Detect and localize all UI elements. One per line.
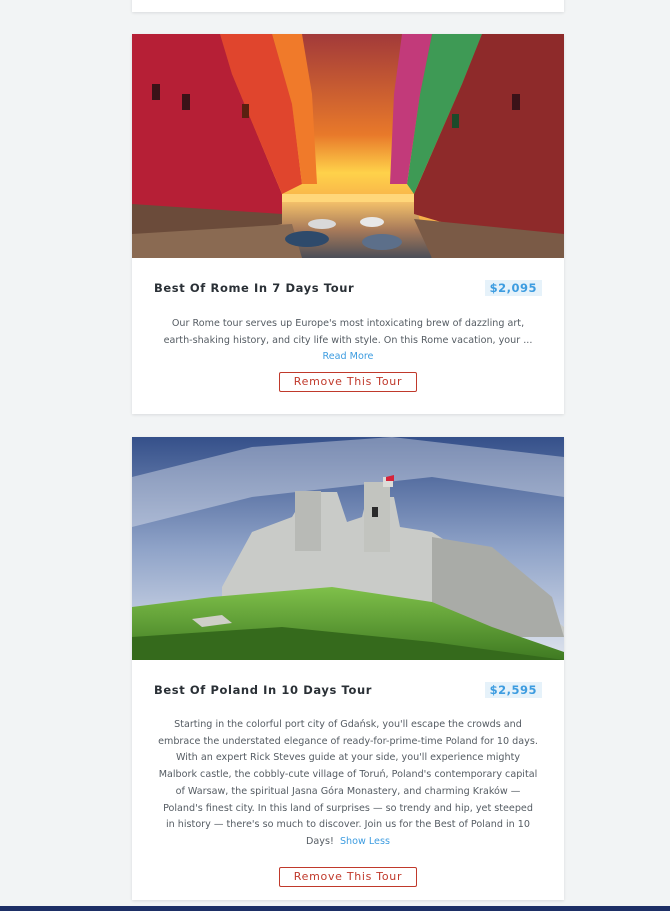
read-more-link[interactable]: Read More <box>323 351 374 362</box>
tour-photo-poland <box>132 437 564 660</box>
castle-ruins-image <box>132 437 564 660</box>
burano-canal-image <box>132 34 564 258</box>
tour-description: Starting in the colorful port city of Gd… <box>132 717 564 851</box>
tour-title-row: Best Of Poland In 10 Days Tour $2,595 <box>132 682 564 698</box>
tour-description: Our Rome tour serves up Europe's most in… <box>132 316 564 366</box>
tour-title-row: Best Of Rome In 7 Days Tour $2,095 <box>132 280 564 296</box>
tour-description-text: Our Rome tour serves up Europe's most in… <box>163 318 533 346</box>
tour-card-previous <box>132 0 564 12</box>
tour-card-rome: Best Of Rome In 7 Days Tour $2,095 Our R… <box>132 34 564 414</box>
tour-title: Best Of Poland In 10 Days Tour <box>154 683 372 697</box>
tour-title: Best Of Rome In 7 Days Tour <box>154 281 355 295</box>
price-badge: $2,595 <box>484 682 542 698</box>
tour-description-text: Starting in the colorful port city of Gd… <box>158 719 538 847</box>
show-less-link[interactable]: Show Less <box>340 836 390 847</box>
tour-card-poland: Best Of Poland In 10 Days Tour $2,595 St… <box>132 437 564 900</box>
footer-bar <box>0 906 670 911</box>
tour-photo-rome <box>132 34 564 258</box>
remove-tour-button[interactable]: Remove This Tour <box>279 372 417 393</box>
remove-tour-button[interactable]: Remove This Tour <box>279 866 417 887</box>
price-badge: $2,095 <box>484 280 542 296</box>
